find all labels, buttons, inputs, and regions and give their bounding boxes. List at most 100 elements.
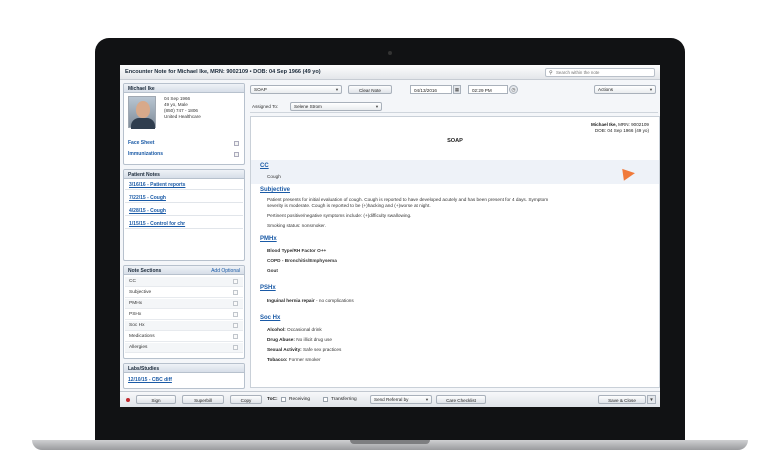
patient-note-link[interactable]: 7/22/15 - Cough	[129, 195, 166, 201]
patient-notes-title: Patient Notes	[124, 170, 244, 179]
list-item: 4/28/15 - Cough	[125, 206, 243, 216]
header-patient-name: Michael Ike,	[591, 122, 617, 127]
app-screen: Encounter Note for Michael Ike, MRN: 900…	[120, 65, 660, 407]
patient-note-link[interactable]: 3/16/16 - Patient reports	[129, 182, 185, 188]
note-search-box[interactable]: ⚲	[545, 68, 655, 77]
patient-insurer: United Healthcare	[164, 114, 201, 119]
patient-panel-title: Michael Ike	[124, 84, 244, 93]
sochx-label: Tobacco:	[267, 357, 288, 362]
section-item-pmhx[interactable]: PMHx	[125, 299, 243, 309]
sochx-value: Former smoker	[287, 357, 321, 362]
chevron-down-icon[interactable]: ▼	[647, 395, 656, 404]
add-optional-link[interactable]: Add Optional	[211, 268, 240, 274]
clock-icon[interactable]: ◷	[509, 85, 518, 94]
section-checkbox[interactable]	[233, 323, 238, 328]
section-checkbox[interactable]	[233, 301, 238, 306]
pshx-detail: - no complications	[314, 298, 354, 303]
subjective-heading[interactable]: Subjective	[260, 187, 290, 193]
list-item: 1/15/15 - Control for chr	[125, 219, 243, 229]
patient-notes-panel: Patient Notes 3/16/16 - Patient reports …	[123, 169, 245, 261]
calendar-icon[interactable]: ▦	[453, 85, 461, 94]
cc-heading[interactable]: CC	[260, 163, 269, 169]
actions-dropdown[interactable]: Actions ▼	[594, 85, 656, 94]
copy-button[interactable]: Copy	[230, 395, 262, 404]
section-label: Subjective	[129, 290, 152, 295]
sochx-label: Alcohol:	[267, 327, 286, 332]
document-title: SOAP	[447, 138, 463, 144]
section-checkbox[interactable]	[233, 345, 238, 350]
assigned-to-select[interactable]: Selene Strom ▼	[290, 102, 382, 111]
receiving-checkbox[interactable]	[281, 397, 286, 402]
pshx-heading[interactable]: PSHx	[260, 285, 276, 291]
actions-label: Actions	[598, 87, 614, 92]
face-sheet-link[interactable]: Face Sheet	[128, 140, 154, 146]
date-field[interactable]: 04/13/2016	[410, 85, 452, 94]
sochx-item: Alcohol: Occasional drink	[267, 327, 322, 333]
header-mrn: MRN: 9002109	[618, 122, 649, 127]
subjective-line: Smoking status: nonsmoker.	[267, 223, 326, 228]
cc-section-highlight	[251, 160, 659, 184]
transferring-label: Transferring	[331, 397, 357, 402]
patient-note-link[interactable]: 1/15/15 - Control for chr	[129, 221, 185, 227]
sochx-value: No illicit drug use	[294, 337, 332, 342]
pmhx-item: Blood Type/RH Factor O++	[267, 248, 327, 253]
section-item-subjective[interactable]: Subjective	[125, 288, 243, 298]
section-checkbox[interactable]	[233, 312, 238, 317]
clear-note-button[interactable]: Clear Note	[348, 85, 392, 94]
note-document[interactable]: Michael Ike, MRN: 9002109 DOB: 04 Sep 19…	[250, 116, 660, 388]
lab-study-link[interactable]: 12/10/15 - CBC diff	[128, 377, 172, 383]
section-item-medications[interactable]: Medications	[125, 332, 243, 342]
pmhx-heading[interactable]: PMHx	[260, 236, 277, 242]
list-item: 7/22/15 - Cough	[125, 193, 243, 203]
note-sections-label: Note Sections	[128, 268, 162, 274]
window-title: Encounter Note for Michael Ike, MRN: 900…	[125, 69, 321, 75]
laptop-base-notch	[350, 440, 430, 444]
chevron-down-icon: ▼	[425, 397, 429, 402]
sochx-item: Drug Abuse: No illicit drug use	[267, 337, 332, 343]
chevron-down-icon: ▼	[649, 87, 653, 92]
send-referral-dropdown[interactable]: Send Referral by ▼	[370, 395, 432, 404]
section-checkbox[interactable]	[233, 279, 238, 284]
sochx-item: Tobacco: Former smoker	[267, 357, 321, 363]
time-field[interactable]: 02:29 PM	[468, 85, 508, 94]
search-input[interactable]	[556, 69, 654, 76]
section-item-cc[interactable]: CC	[125, 277, 243, 287]
sochx-label: Sexual Activity:	[267, 347, 302, 352]
patient-note-link[interactable]: 4/28/15 - Cough	[129, 208, 166, 214]
avatar	[136, 101, 150, 118]
section-checkbox[interactable]	[233, 334, 238, 339]
template-value: SOAP	[254, 87, 267, 92]
transferring-checkbox[interactable]	[323, 397, 328, 402]
section-item-sochx[interactable]: Soc Hx	[125, 321, 243, 331]
save-close-button[interactable]: Save & Close	[598, 395, 646, 404]
note-toolbar: SOAP ▼ Clear Note 04/13/2016 ▦ 02:29 PM …	[250, 84, 658, 96]
immunizations-checkbox[interactable]	[234, 152, 239, 157]
template-select[interactable]: SOAP ▼	[250, 85, 342, 94]
section-label: PSHx	[129, 312, 142, 317]
immunizations-link[interactable]: Immunizations	[128, 151, 163, 157]
superbill-button[interactable]: Superbill	[182, 395, 224, 404]
section-label: CC	[129, 279, 136, 284]
section-checkbox[interactable]	[233, 290, 238, 295]
alert-dot-icon	[126, 398, 130, 402]
patient-panel: Michael Ike 04 Sep 1966 49 yo, Male (850…	[123, 83, 245, 165]
pshx-procedure: Inguinal hernia repair	[267, 298, 315, 303]
receiving-label: Receiving	[289, 397, 311, 402]
section-item-pshx[interactable]: PSHx	[125, 310, 243, 320]
document-header: Michael Ike, MRN: 9002109 DOB: 04 Sep 19…	[591, 122, 649, 133]
face-sheet-checkbox[interactable]	[234, 141, 239, 146]
section-label: Allergies	[129, 345, 148, 350]
send-referral-label: Send Referral by	[374, 397, 409, 402]
sign-button[interactable]: Sign	[136, 395, 176, 404]
title-bar: Encounter Note for Michael Ike, MRN: 900…	[120, 65, 660, 80]
pshx-item: Inguinal hernia repair - no complication…	[267, 298, 354, 304]
patient-photo	[128, 96, 156, 129]
labs-title: Labs/Studies	[124, 364, 244, 373]
patient-info: 04 Sep 1966 49 yo, Male (850) 747 - 1806…	[164, 96, 201, 120]
sochx-heading[interactable]: Soc Hx	[260, 315, 280, 321]
camera-dot	[388, 51, 392, 55]
pmhx-item: COPD - Bronchitis/Emphysema	[267, 258, 337, 263]
section-item-allergies[interactable]: Allergies	[125, 343, 243, 353]
assigned-to-row: Assigned To: Selene Strom ▼	[250, 101, 658, 113]
care-checklist-button[interactable]: Care Checklist	[436, 395, 486, 404]
